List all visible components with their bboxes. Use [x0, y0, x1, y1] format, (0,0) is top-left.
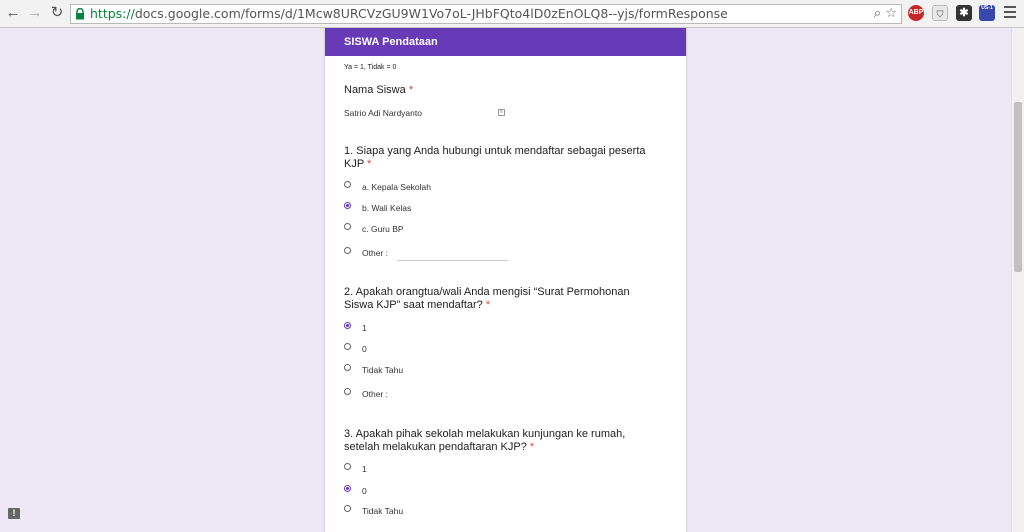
bookmark-star-icon[interactable]: ☆ [885, 6, 897, 21]
zoom-icon[interactable]: ⌕ [874, 6, 881, 21]
form-hint: Ya = 1, Tidak = 0 [344, 64, 397, 71]
q3-radio-1[interactable] [344, 485, 351, 492]
name-question-label: Nama Siswa [344, 84, 406, 96]
page-viewport: SISWA Pendataan Ya = 1, Tidak = 0 Nama S… [0, 28, 1011, 532]
q2-title-line2: Siswa KJP” saat mendaftar? [344, 299, 483, 311]
q2-radio-2[interactable] [344, 364, 351, 371]
extensions-puzzle-icon[interactable]: ✱ [956, 5, 972, 21]
autofill-icon[interactable]: ≡ [498, 109, 505, 116]
q1-title-line1: 1. Siapa yang Anda hubungi untuk mendaft… [344, 145, 646, 157]
q2-option-1[interactable]: 0 [362, 344, 367, 354]
required-mark: * [408, 84, 414, 96]
q3-option-0[interactable]: 1 [362, 464, 367, 474]
browser-toolbar: ← → ↻ https://docs.google.com/forms/d/1M… [0, 0, 1024, 28]
chrome-menu-icon[interactable] [1004, 6, 1016, 21]
us-extension-icon[interactable]: US-1 [979, 5, 995, 21]
form-header: SISWA Pendataan [325, 28, 686, 56]
q3-radio-0[interactable] [344, 463, 351, 470]
page-scrollbar[interactable] [1011, 28, 1024, 532]
q1-title: 1. Siapa yang Anda hubungi untuk mendaft… [344, 145, 674, 171]
feedback-icon[interactable]: ! [8, 508, 20, 519]
shield-icon[interactable]: ⛉ [932, 5, 948, 21]
q3-title-line2: setelah melakukan pendaftaran KJP? [344, 441, 527, 453]
q2-option-other[interactable]: Other : [362, 389, 388, 399]
q1-option-1[interactable]: b. Wali Kelas [362, 203, 411, 213]
q2-option-0[interactable]: 1 [362, 323, 367, 333]
q3-option-2[interactable]: Tidak Tahu [362, 506, 403, 516]
reload-icon[interactable]: ↻ [48, 4, 66, 22]
q2-option-2[interactable]: Tidak Tahu [362, 365, 403, 375]
q1-radio-2[interactable] [344, 223, 351, 230]
required-mark: * [529, 441, 535, 453]
name-input[interactable]: Satrio Adi Nardyanto [344, 108, 506, 120]
url-text: https://docs.google.com/forms/d/1Mcw8URC… [90, 5, 728, 23]
omnibox-actions: ⌕ ☆ [874, 5, 897, 23]
lock-icon [76, 8, 84, 20]
scrollbar-thumb[interactable] [1014, 102, 1022, 272]
q2-title: 2. Apakah orangtua/wali Anda mengisi “Su… [344, 286, 674, 312]
back-icon[interactable]: ← [4, 4, 22, 22]
us-extension-label: US-1 [981, 5, 993, 11]
q3-option-1[interactable]: 0 [362, 486, 367, 496]
q2-title-line1: 2. Apakah orangtua/wali Anda mengisi “Su… [344, 286, 630, 298]
q1-radio-0[interactable] [344, 181, 351, 188]
q3-radio-2[interactable] [344, 505, 351, 512]
q3-title-line1: 3. Apakah pihak sekolah melakukan kunjun… [344, 428, 626, 440]
q1-other-input[interactable] [397, 260, 508, 261]
q1-title-line2: KJP [344, 158, 364, 170]
address-bar[interactable]: https://docs.google.com/forms/d/1Mcw8URC… [70, 4, 902, 24]
adblock-icon[interactable]: ABP [908, 5, 924, 21]
q1-option-0[interactable]: a. Kepala Sekolah [362, 182, 431, 192]
name-input-value: Satrio Adi Nardyanto [344, 108, 422, 118]
required-mark: * [485, 299, 491, 311]
q1-radio-1[interactable] [344, 202, 351, 209]
q1-option-2[interactable]: c. Guru BP [362, 224, 404, 234]
q1-radio-3[interactable] [344, 247, 351, 254]
url-scheme: https:// [90, 6, 135, 21]
q2-radio-1[interactable] [344, 343, 351, 350]
q2-radio-0[interactable] [344, 322, 351, 329]
forward-icon[interactable]: → [26, 4, 44, 22]
required-mark: * [367, 158, 372, 170]
q1-option-other[interactable]: Other : [362, 248, 388, 258]
q3-title: 3. Apakah pihak sekolah melakukan kunjun… [344, 428, 674, 454]
form-card: SISWA Pendataan Ya = 1, Tidak = 0 Nama S… [325, 28, 686, 532]
name-question-title: Nama Siswa * [344, 84, 413, 97]
q2-radio-3[interactable] [344, 388, 351, 395]
url-path: docs.google.com/forms/d/1Mcw8URCVzGU9W1V… [134, 6, 728, 21]
